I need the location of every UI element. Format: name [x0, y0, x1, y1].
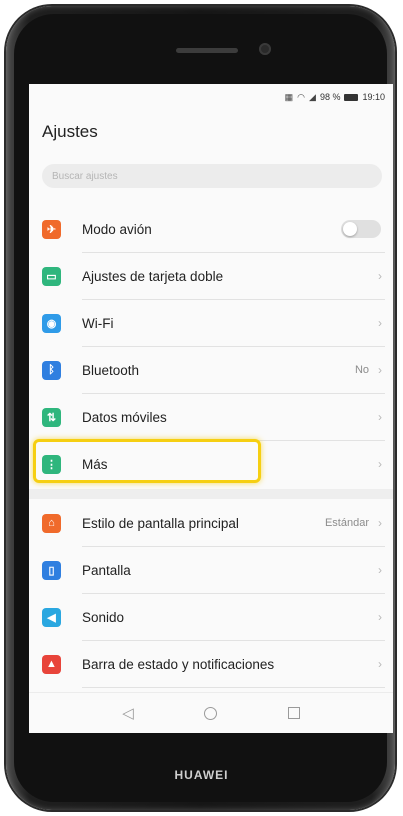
earpiece-speaker	[176, 48, 238, 53]
settings-item-wifi[interactable]: ◉ Wi-Fi ›	[29, 300, 393, 346]
bluetooth-status: No	[354, 364, 369, 376]
chevron-right-icon: ›	[378, 657, 382, 671]
settings-item-notifications[interactable]: ▲ Barra de estado y notificaciones ›	[29, 641, 393, 687]
back-icon[interactable]: ◁	[119, 704, 137, 722]
settings-item-label: Bluetooth	[82, 362, 140, 378]
wifi-icon: ◉	[42, 313, 61, 333]
highlight-callout	[33, 439, 261, 483]
settings-item-label: Wi-Fi	[82, 315, 114, 331]
settings-item-label: Barra de estado y notificaciones	[82, 656, 275, 672]
settings-item-sound[interactable]: ◀ Sonido ›	[29, 594, 393, 640]
chevron-right-icon: ›	[378, 610, 382, 624]
recents-square	[288, 707, 300, 719]
chevron-right-icon: ›	[378, 563, 382, 577]
sound-icon: ◀	[42, 607, 61, 627]
home-icon: ⌂	[42, 513, 61, 533]
settings-item-mobile-data[interactable]: ⇅ Datos móviles ›	[29, 394, 393, 440]
signal-icon: ◢	[309, 91, 316, 102]
chevron-right-icon: ›	[378, 316, 382, 330]
home-style-value: Estándar	[324, 517, 369, 529]
settings-item-dual-sim[interactable]: ▭ Ajustes de tarjeta doble ›	[29, 253, 393, 299]
chevron-right-icon: ›	[378, 457, 382, 471]
settings-item-home-style[interactable]: ⌂ Estilo de pantalla principal Estándar …	[29, 500, 393, 546]
display-icon: ▯	[42, 560, 61, 580]
chevron-right-icon: ›	[378, 516, 382, 530]
sim-status-icon: ▦	[284, 91, 294, 102]
front-camera-icon	[259, 43, 271, 55]
chevron-right-icon: ›	[378, 363, 382, 377]
sim-card-icon: ▭	[42, 266, 61, 286]
settings-item-label: Estilo de pantalla principal	[82, 515, 239, 531]
settings-item-label: Ajustes de tarjeta doble	[82, 268, 224, 284]
settings-item-display[interactable]: ▯ Pantalla ›	[29, 547, 393, 593]
status-bar: ▦ ◠ ◢ 98 % 19:10	[285, 90, 385, 104]
home-button-icon[interactable]	[201, 704, 219, 722]
settings-item-label: Modo avión	[82, 221, 152, 237]
search-input[interactable]: Buscar ajustes	[42, 164, 382, 188]
settings-item-bluetooth[interactable]: ᛒ Bluetooth No ›	[29, 347, 393, 393]
bluetooth-icon: ᛒ	[42, 360, 61, 380]
notification-icon: ▲	[42, 654, 61, 674]
section-separator	[29, 489, 393, 499]
settings-item-label: Sonido	[82, 609, 125, 625]
settings-item-airplane[interactable]: ✈ Modo avión	[29, 206, 393, 252]
search-placeholder: Buscar ajustes	[52, 170, 118, 182]
clock: 19:10	[362, 92, 385, 102]
chevron-right-icon: ›	[378, 269, 382, 283]
navigation-bar: ◁	[29, 692, 393, 733]
wifi-status-icon: ◠	[297, 91, 306, 102]
battery-icon	[344, 93, 359, 101]
settings-item-label: Datos móviles	[82, 409, 167, 425]
airplane-mode-toggle[interactable]	[341, 220, 381, 238]
airplane-icon: ✈	[42, 219, 61, 239]
recents-icon[interactable]	[285, 704, 303, 722]
battery-percent: 98 %	[319, 92, 341, 102]
brand-logo: HUAWEI	[174, 768, 229, 782]
settings-screen: ▦ ◠ ◢ 98 % 19:10 Ajustes Buscar ajustes …	[29, 84, 393, 733]
mobile-data-icon: ⇅	[42, 407, 61, 427]
page-title: Ajustes	[42, 122, 98, 141]
toggle-knob	[343, 222, 357, 236]
chevron-right-icon: ›	[378, 410, 382, 424]
settings-item-label: Pantalla	[82, 562, 131, 578]
home-circle	[203, 706, 217, 720]
